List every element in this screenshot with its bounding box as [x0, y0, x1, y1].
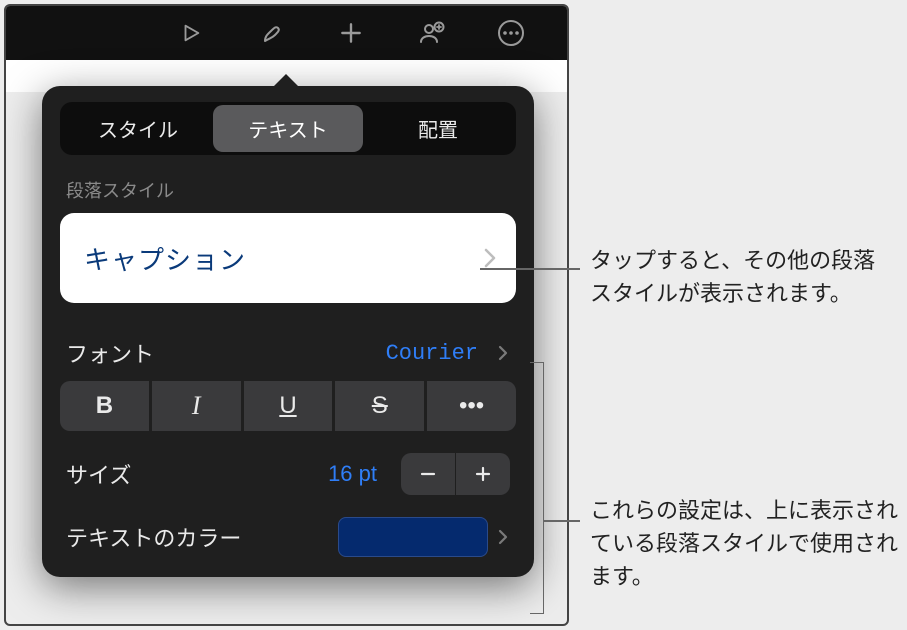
italic-button[interactable]: I	[152, 381, 241, 431]
size-increase-button[interactable]	[456, 453, 510, 495]
chevron-right-icon	[498, 345, 508, 361]
size-row: サイズ 16 pt	[60, 453, 516, 515]
segmented-control: スタイル テキスト 配置	[60, 102, 516, 155]
text-color-label: テキストのカラー	[66, 521, 241, 553]
text-color-row[interactable]: テキストのカラー	[60, 515, 516, 559]
collaborate-icon[interactable]	[416, 18, 446, 48]
more-icon[interactable]	[496, 18, 526, 48]
callout-leader	[544, 520, 580, 522]
text-style-buttons: B I U S •••	[60, 381, 516, 431]
font-label: フォント	[66, 337, 154, 369]
text-color-swatch[interactable]	[338, 517, 488, 557]
format-brush-icon[interactable]	[256, 18, 286, 48]
strikethrough-button[interactable]: S	[335, 381, 424, 431]
callout-paragraph-styles: タップすると、その他の段落スタイルが表示されます。	[590, 244, 880, 310]
more-styles-button[interactable]: •••	[427, 381, 516, 431]
tab-style[interactable]: スタイル	[63, 105, 213, 152]
size-value: 16 pt	[328, 461, 377, 487]
add-icon[interactable]	[336, 18, 366, 48]
font-value: Courier	[386, 341, 478, 366]
top-toolbar	[6, 6, 567, 60]
play-icon[interactable]	[176, 18, 206, 48]
size-stepper	[401, 453, 510, 495]
app-frame: スタイル テキスト 配置 段落スタイル キャプション フォント Courier	[4, 4, 569, 626]
callout-leader	[480, 268, 580, 270]
size-decrease-button[interactable]	[401, 453, 455, 495]
paragraph-style-label: 段落スタイル	[60, 177, 516, 203]
size-label: サイズ	[66, 458, 131, 490]
underline-button[interactable]: U	[244, 381, 333, 431]
tab-arrange[interactable]: 配置	[363, 105, 513, 152]
callout-bracket	[530, 362, 544, 614]
chevron-right-icon	[484, 248, 496, 268]
callout-settings: これらの設定は、上に表示されている段落スタイルで使用されます。	[590, 494, 900, 593]
paragraph-style-value: キャプション	[84, 240, 246, 277]
font-row[interactable]: フォント Courier	[60, 335, 516, 381]
tab-text[interactable]: テキスト	[213, 105, 363, 152]
paragraph-style-row[interactable]: キャプション	[60, 213, 516, 303]
bold-button[interactable]: B	[60, 381, 149, 431]
format-popover: スタイル テキスト 配置 段落スタイル キャプション フォント Courier	[42, 86, 534, 577]
chevron-right-icon	[498, 529, 508, 545]
